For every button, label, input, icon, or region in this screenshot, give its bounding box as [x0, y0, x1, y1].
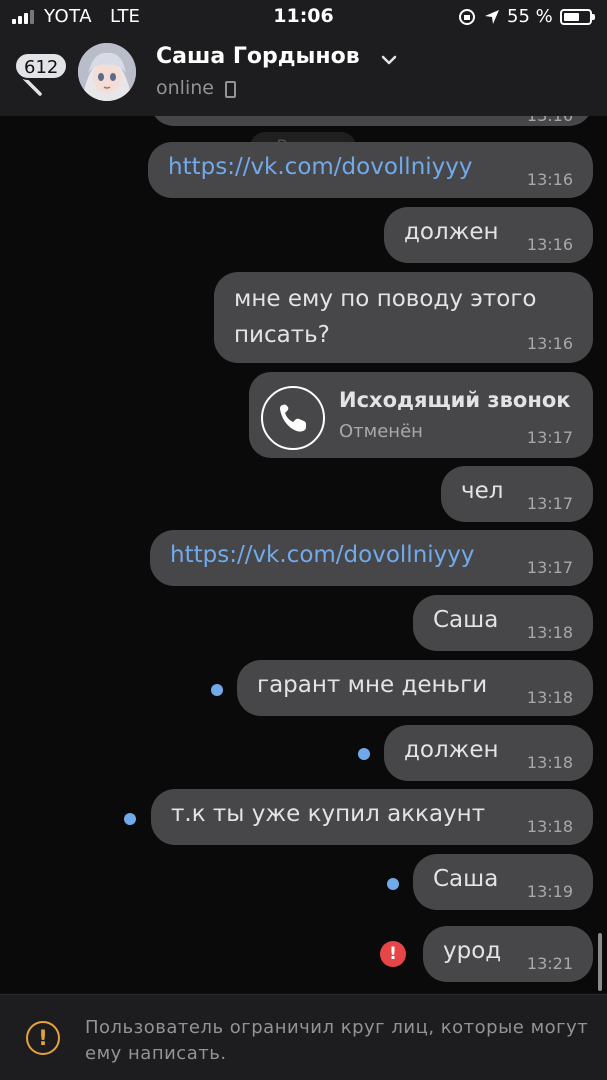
- message-time: 13:21: [526, 954, 573, 973]
- scrollbar[interactable]: [598, 933, 602, 991]
- message-time: 13:19: [526, 882, 573, 901]
- warning-icon: !: [26, 1021, 60, 1055]
- message-link[interactable]: https://vk.com/dovollniyyy: [170, 542, 475, 568]
- message-bubble[interactable]: т.к ты уже купил аккаунт 13:18: [151, 789, 593, 845]
- restriction-text: Пользователь ограничил круг лиц, которые…: [85, 1017, 589, 1064]
- location-icon: [485, 10, 499, 24]
- orientation-lock-icon: [459, 9, 475, 25]
- call-bubble[interactable]: Исходящий звонок Отменён 13:17: [249, 372, 593, 458]
- message-time: 13:18: [526, 688, 573, 707]
- message-time: 13:17: [526, 428, 573, 447]
- status-bar: YOTA LTE 11:06 55 %: [0, 0, 607, 34]
- contact-status: online: [156, 77, 214, 99]
- unread-dot: [358, 748, 370, 760]
- message-text: гарант мне деньги: [257, 672, 488, 698]
- unread-dot: [124, 813, 136, 825]
- message-bubble[interactable]: мне ему по поводу этого писать? 13:16: [214, 272, 593, 363]
- message-time: 13:16: [527, 116, 573, 125]
- back-button[interactable]: 612: [14, 42, 74, 102]
- message-text: чел: [461, 478, 504, 504]
- message-time: 13:16: [526, 170, 573, 189]
- message-text: писать?: [234, 322, 330, 348]
- battery-icon: [560, 9, 595, 25]
- message-bubble[interactable]: чел 13:17: [441, 466, 593, 522]
- message-list[interactable]: 13:16 Вчера https://vk.com/dovollniyyy 1…: [0, 116, 607, 994]
- message-text: Саша: [433, 607, 499, 633]
- message-time: 13:17: [526, 494, 573, 513]
- message-text: должен: [404, 219, 499, 245]
- message-bubble[interactable]: https://vk.com/dovollniyyy 13:16: [148, 142, 593, 198]
- call-title: Исходящий звонок: [339, 388, 571, 412]
- battery-percent: 55 %: [507, 6, 553, 27]
- send-error-icon[interactable]: !: [380, 941, 406, 967]
- message-time: 13:16: [526, 334, 573, 353]
- contact-name[interactable]: Саша Гордынов: [156, 44, 360, 69]
- message-bubble[interactable]: https://vk.com/dovollniyyy 13:17: [150, 530, 593, 586]
- unread-count-badge: 612: [14, 52, 69, 80]
- message-text: мне ему по поводу этого: [234, 286, 537, 312]
- avatar[interactable]: [78, 43, 136, 101]
- unread-dot: [387, 878, 399, 890]
- message-time: 13:18: [526, 753, 573, 772]
- message-bubble[interactable]: должен 13:18: [384, 725, 593, 781]
- chevron-down-icon[interactable]: [381, 54, 397, 66]
- message-bubble[interactable]: гарант мне деньги 13:18: [237, 660, 593, 716]
- message-bubble[interactable]: должен 13:16: [384, 207, 593, 263]
- message-text: Саша: [433, 866, 499, 892]
- restriction-banner: ! Пользователь ограничил круг лиц, котор…: [0, 994, 607, 1080]
- message-bubble[interactable]: урод 13:21: [423, 926, 593, 982]
- message-text: урод: [443, 938, 502, 964]
- message-time: 13:17: [526, 558, 573, 577]
- unread-dot: [211, 684, 223, 696]
- phone-icon: [261, 386, 325, 450]
- call-status: Отменён: [339, 421, 423, 442]
- message-time: 13:18: [526, 623, 573, 642]
- mobile-icon: [225, 81, 236, 98]
- chat-header: 612 Саша Гордынов online: [0, 34, 607, 116]
- message-bubble-partial[interactable]: 13:16: [150, 116, 593, 126]
- message-bubble[interactable]: Саша 13:18: [413, 595, 593, 651]
- message-bubble[interactable]: Саша 13:19: [413, 854, 593, 910]
- message-time: 13:16: [526, 235, 573, 254]
- message-text: должен: [404, 737, 499, 763]
- message-time: 13:18: [526, 817, 573, 836]
- message-link[interactable]: https://vk.com/dovollniyyy: [168, 154, 473, 180]
- message-text: т.к ты уже купил аккаунт: [171, 801, 486, 827]
